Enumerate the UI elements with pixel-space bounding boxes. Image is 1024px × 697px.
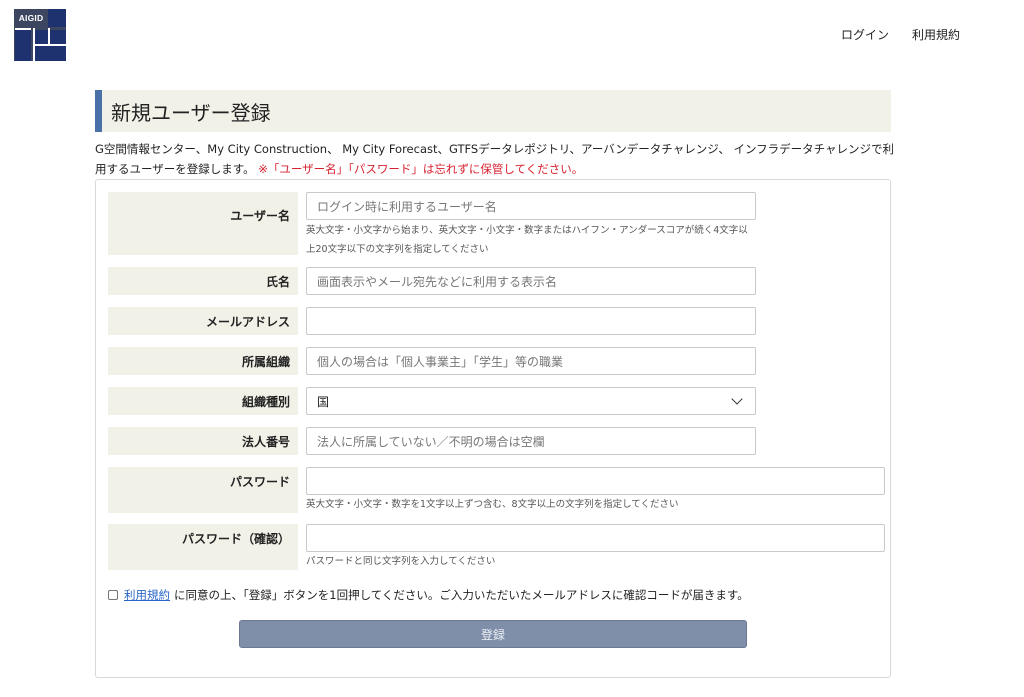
username-label: ユーザー名 (108, 192, 298, 255)
register-button[interactable]: 登録 (239, 620, 747, 648)
password-label: パスワード (108, 467, 298, 513)
org-type-selected-value: 国 (317, 394, 330, 409)
page-title: 新規ユーザー登録 (111, 100, 271, 125)
corp-number-input[interactable]: 法人に所属していない／不明の場合は空欄 (306, 427, 756, 455)
password-confirm-help: パスワードと同じ文字列を入力してください (306, 556, 496, 567)
org-type-select[interactable]: 国 (306, 387, 756, 415)
email-label: メールアドレス (108, 307, 298, 335)
terms-checkbox[interactable] (108, 590, 118, 600)
username-help: 英大文字・小文字から始まり、英大文字・小文字・数字またはハイフン・アンダースコア… (306, 225, 748, 255)
aigid-logo[interactable]: AIGID (14, 9, 66, 61)
top-nav: ログイン 利用規約 (841, 26, 960, 43)
terms-agreement-text: に同意の上、「登録」ボタンを1回押してください。ご入力いただいたメールアドレスに… (174, 588, 749, 602)
organization-input[interactable]: 個人の場合は「個人事業主」「学生」等の職業 (306, 347, 756, 375)
nav-terms-link[interactable]: 利用規約 (912, 26, 960, 43)
fullname-input[interactable]: 画面表示やメール宛先などに利用する表示名 (306, 267, 756, 295)
organization-label: 所属組織 (108, 347, 298, 375)
registration-form: ユーザー名 ログイン時に利用するユーザー名 英大文字・小文字から始まり、英大文字… (95, 179, 891, 678)
intro-warning: ※「ユーザー名」「パスワード」は忘れずに保管してください。 (258, 162, 584, 176)
email-input[interactable] (306, 307, 756, 335)
chevron-down-icon (731, 393, 743, 405)
nav-login-link[interactable]: ログイン (841, 26, 889, 43)
corp-number-label: 法人番号 (108, 427, 298, 455)
password-help: 英大文字・小文字・数字を1文字以上ずつ含む、8文字以上の文字列を指定してください (306, 499, 679, 510)
terms-link[interactable]: 利用規約 (124, 587, 170, 603)
username-input[interactable]: ログイン時に利用するユーザー名 (306, 192, 756, 220)
page-title-bar: 新規ユーザー登録 (95, 90, 891, 132)
terms-agreement: 利用規約 に同意の上、「登録」ボタンを1回押してください。ご入力いただいたメール… (108, 587, 749, 603)
password-input[interactable] (306, 467, 885, 495)
org-type-label: 組織種別 (108, 387, 298, 415)
logo-text: AIGID (14, 9, 48, 27)
password-confirm-label: パスワード（確認） (108, 524, 298, 570)
fullname-label: 氏名 (108, 267, 298, 295)
intro-text: G空間情報センター、My City Construction、 My City … (95, 139, 895, 179)
password-confirm-input[interactable] (306, 524, 885, 552)
